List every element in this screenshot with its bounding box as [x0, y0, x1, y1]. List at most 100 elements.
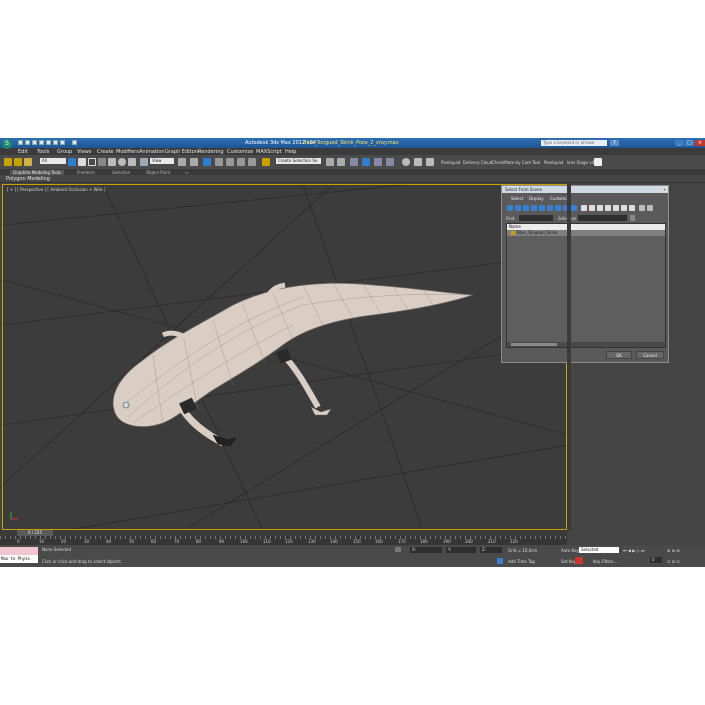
minimize-button[interactable]: _	[675, 140, 684, 146]
viewport-label[interactable]: [ + ] [ Perspective ] [ Ambient Occlusio…	[7, 187, 105, 192]
percent-snap-icon[interactable]	[237, 158, 245, 166]
project-folder-icon[interactable]	[72, 140, 77, 145]
hierarchy-icon[interactable]	[613, 205, 619, 211]
viewport-nav-controls[interactable]: ⊕ ⊗ ⊞	[667, 548, 680, 553]
snaps-toggle-icon[interactable]	[215, 158, 223, 166]
z-coordinate-field[interactable]: Z:	[480, 547, 502, 553]
search-input[interactable]: Type a keyword or phrase	[541, 140, 607, 146]
time-tag-icon[interactable]	[497, 558, 503, 564]
maxscript-listener[interactable]: Max to Physx	[0, 547, 38, 565]
list-item[interactable]: Blue_Tongued_Skink	[507, 230, 665, 236]
edit-named-selection-icon[interactable]	[262, 158, 270, 166]
filter-helpers-icon[interactable]	[539, 205, 545, 211]
x-coordinate-field[interactable]: X:	[410, 547, 442, 553]
toolbar-cam-tool[interactable]: zly Cam Tool	[515, 160, 540, 165]
lock-selection-icon[interactable]	[395, 547, 401, 552]
chat-icon[interactable]	[594, 158, 602, 166]
key-filters-button[interactable]: Key Filters...	[593, 559, 617, 564]
maxscript-input[interactable]: Max to Physx	[0, 555, 38, 563]
viewport-nav-controls-2[interactable]: ⊙ ⊚ ⊡	[667, 559, 680, 564]
set-key-icon[interactable]	[575, 557, 583, 564]
filter-shapes-icon[interactable]	[515, 205, 521, 211]
track-bar[interactable]: 0 10 20 30 40 50 60 70 80 90 100 110 120…	[0, 536, 567, 545]
toolbar-pixelquad-2[interactable]: Pixelquad	[544, 160, 563, 165]
filter-geometry-icon[interactable]	[507, 205, 513, 211]
select-object-icon[interactable]	[68, 158, 76, 166]
set-key-button[interactable]: Set Key	[561, 559, 576, 564]
funnel-icon[interactable]	[639, 205, 645, 211]
toolbar-delivery-cloud[interactable]: Delivery Cloud	[463, 160, 492, 165]
maxscript-output[interactable]	[0, 547, 38, 555]
display-all-icon[interactable]	[581, 205, 587, 211]
rectangular-selection-icon[interactable]	[88, 158, 96, 166]
keyboard-shortcut-icon[interactable]	[203, 158, 211, 166]
select-scale-icon[interactable]	[128, 158, 136, 166]
selection-set-dropdown-icon[interactable]	[630, 215, 635, 221]
dialog-menu-select[interactable]: Select	[511, 196, 523, 201]
find-input[interactable]	[519, 215, 553, 221]
align-icon[interactable]	[337, 158, 345, 166]
window-crossing-icon[interactable]	[98, 158, 106, 166]
ok-button[interactable]: OK	[606, 351, 632, 359]
rendered-frame-icon[interactable]	[426, 158, 434, 166]
toolbar-pixelquad[interactable]: Pixelquad	[441, 160, 460, 165]
maximize-button[interactable]: □	[685, 140, 694, 146]
playback-controls[interactable]: ⏮ ◀ ▶ ▷ ⏭	[623, 548, 645, 553]
filter-bones-icon[interactable]	[571, 205, 577, 211]
reference-coord-icon[interactable]	[140, 158, 148, 166]
perspective-viewport[interactable]: [ + ] [ Perspective ] [ Ambient Occlusio…	[2, 184, 567, 530]
add-time-tag[interactable]: Add Time Tag	[508, 559, 535, 564]
selection-filter-select[interactable]: All	[40, 158, 66, 164]
graphite-toggle-icon[interactable]	[362, 158, 370, 166]
toolbar-checkmate[interactable]: CheckMate	[492, 160, 514, 165]
y-coordinate-field[interactable]: Y:	[446, 547, 476, 553]
app-logo-icon[interactable]: S	[2, 139, 12, 149]
select-rotate-icon[interactable]	[118, 158, 126, 166]
cancel-button[interactable]: Cancel	[636, 351, 664, 359]
fetch-icon[interactable]	[60, 140, 65, 145]
unlink-icon[interactable]	[14, 158, 22, 166]
save-file-icon[interactable]	[32, 140, 37, 145]
current-frame-field[interactable]: 0	[650, 557, 662, 563]
close-button[interactable]: ×	[695, 140, 705, 146]
sort-icon[interactable]	[605, 205, 611, 211]
dialog-title-bar[interactable]: Select From Scene ×	[502, 186, 668, 193]
filter-groups-icon[interactable]	[555, 205, 561, 211]
open-file-icon[interactable]	[25, 140, 30, 145]
undo-icon[interactable]	[39, 140, 44, 145]
polygon-modeling-panel[interactable]: Polygon Modeling	[6, 176, 50, 182]
horizontal-scrollbar[interactable]	[507, 342, 665, 347]
scrollbar-thumb[interactable]	[511, 343, 557, 346]
redo-icon[interactable]	[46, 140, 51, 145]
auto-key-button[interactable]: Auto Key	[561, 548, 579, 553]
pin-icon[interactable]	[647, 205, 653, 211]
new-file-icon[interactable]	[18, 140, 23, 145]
filter-lights-icon[interactable]	[523, 205, 529, 211]
angle-snap-icon[interactable]	[226, 158, 234, 166]
render-setup-icon[interactable]	[414, 158, 422, 166]
columns-icon[interactable]	[629, 205, 635, 211]
curve-editor-icon[interactable]	[374, 158, 382, 166]
select-by-name-icon[interactable]	[78, 158, 86, 166]
material-editor-icon[interactable]	[402, 158, 410, 166]
filter-cameras-icon[interactable]	[531, 205, 537, 211]
pivot-center-icon[interactable]	[178, 158, 186, 166]
display-none-icon[interactable]	[589, 205, 595, 211]
schematic-view-icon[interactable]	[386, 158, 394, 166]
viewport-vertical-scrollbar[interactable]	[567, 184, 571, 530]
dialog-menu-display[interactable]: Display	[529, 196, 544, 201]
reference-coordinate-select[interactable]: View	[150, 158, 174, 164]
scene-object-list[interactable]: Name Blue_Tongued_Skink	[506, 223, 666, 348]
selection-set-select[interactable]	[578, 215, 627, 221]
link-icon[interactable]	[4, 158, 12, 166]
key-mode-select[interactable]: Selected	[579, 547, 619, 553]
layers-icon[interactable]	[621, 205, 627, 211]
mirror-icon[interactable]	[326, 158, 334, 166]
filter-spacewarps-icon[interactable]	[547, 205, 553, 211]
spinner-snap-icon[interactable]	[248, 158, 256, 166]
named-selection-set-select[interactable]: Create Selection Se	[276, 158, 321, 164]
infocenter-icon[interactable]: ?	[610, 140, 619, 146]
display-invert-icon[interactable]	[597, 205, 603, 211]
hold-icon[interactable]	[53, 140, 58, 145]
dialog-close-icon[interactable]: ×	[662, 187, 667, 192]
